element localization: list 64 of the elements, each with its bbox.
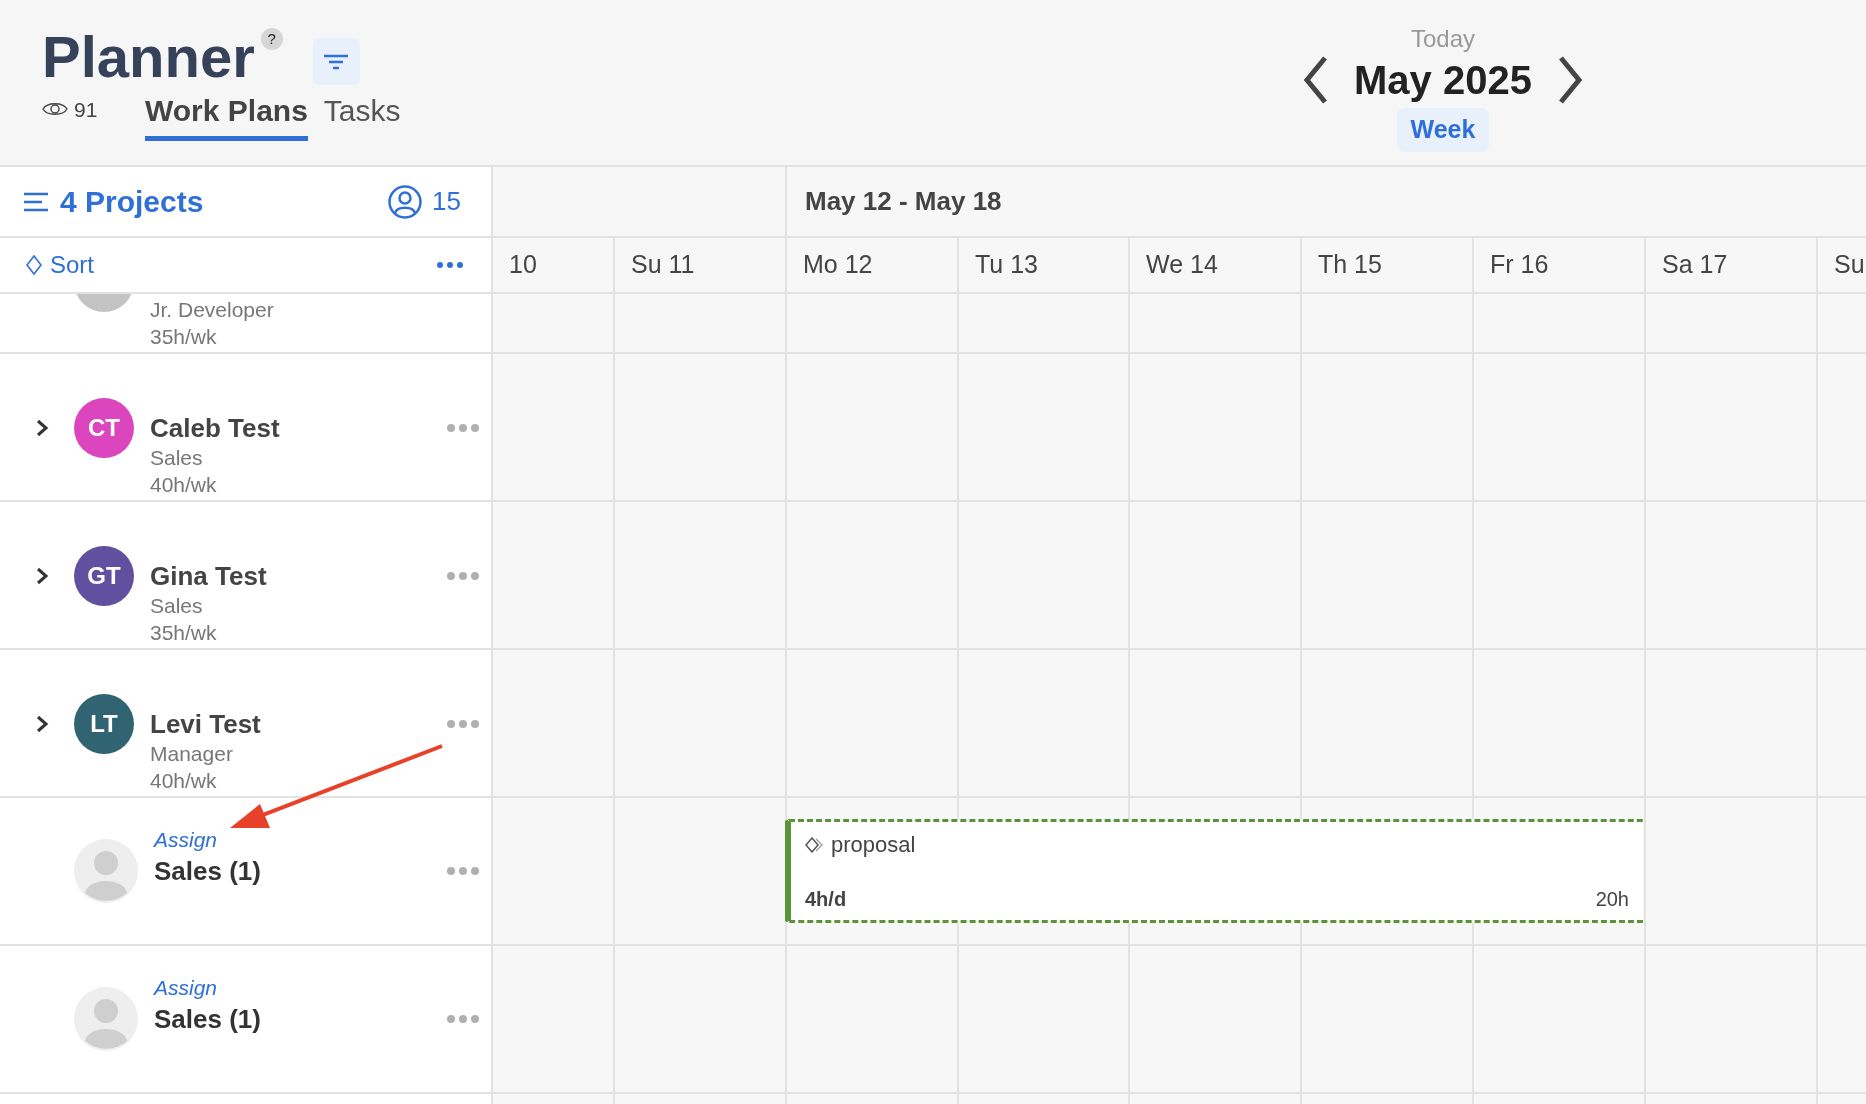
more-button[interactable] <box>437 262 463 268</box>
member-hours: 40h/wk <box>150 768 218 794</box>
people-count: 15 <box>432 185 461 218</box>
member-role: Manager <box>150 741 234 767</box>
diamond-icon <box>805 836 823 853</box>
day-label: 10 <box>509 249 537 281</box>
member-hours: 40h/wk <box>150 472 218 498</box>
avatar: LT <box>74 694 134 754</box>
view-toggle[interactable]: Week <box>1396 108 1490 152</box>
work-plan-bar[interactable]: proposal 4h/d 20h <box>785 819 1643 923</box>
day-label: Th 15 <box>1318 249 1382 281</box>
role-name: Sales (1) <box>154 1003 261 1036</box>
more-icon <box>447 424 479 432</box>
day-label: Sa 17 <box>1662 249 1728 281</box>
day-label: Su <box>1834 249 1865 281</box>
member-name: Caleb Test <box>150 412 280 444</box>
member-name: Levi Test <box>150 708 261 740</box>
tab[interactable]: Work Plans <box>145 92 308 141</box>
chevron-right-icon <box>1556 55 1585 105</box>
day-label: Tu 13 <box>975 249 1038 281</box>
help-badge[interactable]: ? <box>260 28 283 50</box>
week-label: May 12 - May 18 <box>805 185 1002 218</box>
list-icon <box>24 191 48 212</box>
member-hours: 35h/wk <box>150 324 218 350</box>
page-title: Planner <box>42 23 255 91</box>
member-role: Sales <box>150 593 204 619</box>
role-name: Sales (1) <box>154 855 261 888</box>
daily-hours: 4h/d <box>805 887 847 912</box>
sort-label: Sort <box>50 250 94 280</box>
month-label: May 2025 <box>1354 57 1532 104</box>
avatar: CT <box>74 398 134 458</box>
day-label: Su 11 <box>631 249 695 281</box>
tab[interactable]: Tasks <box>323 92 401 141</box>
projects-label: 4 Projects <box>60 184 204 220</box>
projects-button[interactable]: 4 Projects <box>24 179 204 224</box>
member-hours: 35h/wk <box>150 620 218 646</box>
more-icon <box>437 262 463 268</box>
total-hours: 20h <box>1595 887 1629 912</box>
day-label: Mo 12 <box>803 249 873 281</box>
more-icon <box>447 867 479 875</box>
person-icon <box>388 184 423 219</box>
avatar-placeholder-icon <box>74 987 138 1051</box>
more-icon <box>447 1015 479 1023</box>
view-count: 91 <box>74 96 98 123</box>
today-button[interactable]: Today <box>1410 24 1475 54</box>
member-role: Jr. Developer <box>150 297 274 323</box>
more-icon <box>447 720 479 728</box>
member-name: Gina Test <box>150 560 267 592</box>
sort-button[interactable]: Sort <box>26 247 94 283</box>
day-label: Fr 16 <box>1490 249 1549 281</box>
assign-link[interactable]: Assign <box>154 826 261 854</box>
member-role: Sales <box>150 445 204 471</box>
diamond-icon <box>26 255 42 275</box>
avatar-placeholder-icon <box>74 839 138 903</box>
filter-button[interactable] <box>312 38 360 85</box>
eye-icon <box>42 101 68 118</box>
chevron-left-icon <box>1301 55 1330 105</box>
assign-link[interactable]: Assign <box>154 974 261 1002</box>
filter-icon <box>322 52 351 71</box>
more-icon <box>447 572 479 580</box>
bar-title: proposal <box>831 831 916 859</box>
people-button[interactable]: 15 <box>388 182 461 221</box>
day-label: We 14 <box>1146 249 1218 281</box>
avatar: GT <box>74 546 134 606</box>
